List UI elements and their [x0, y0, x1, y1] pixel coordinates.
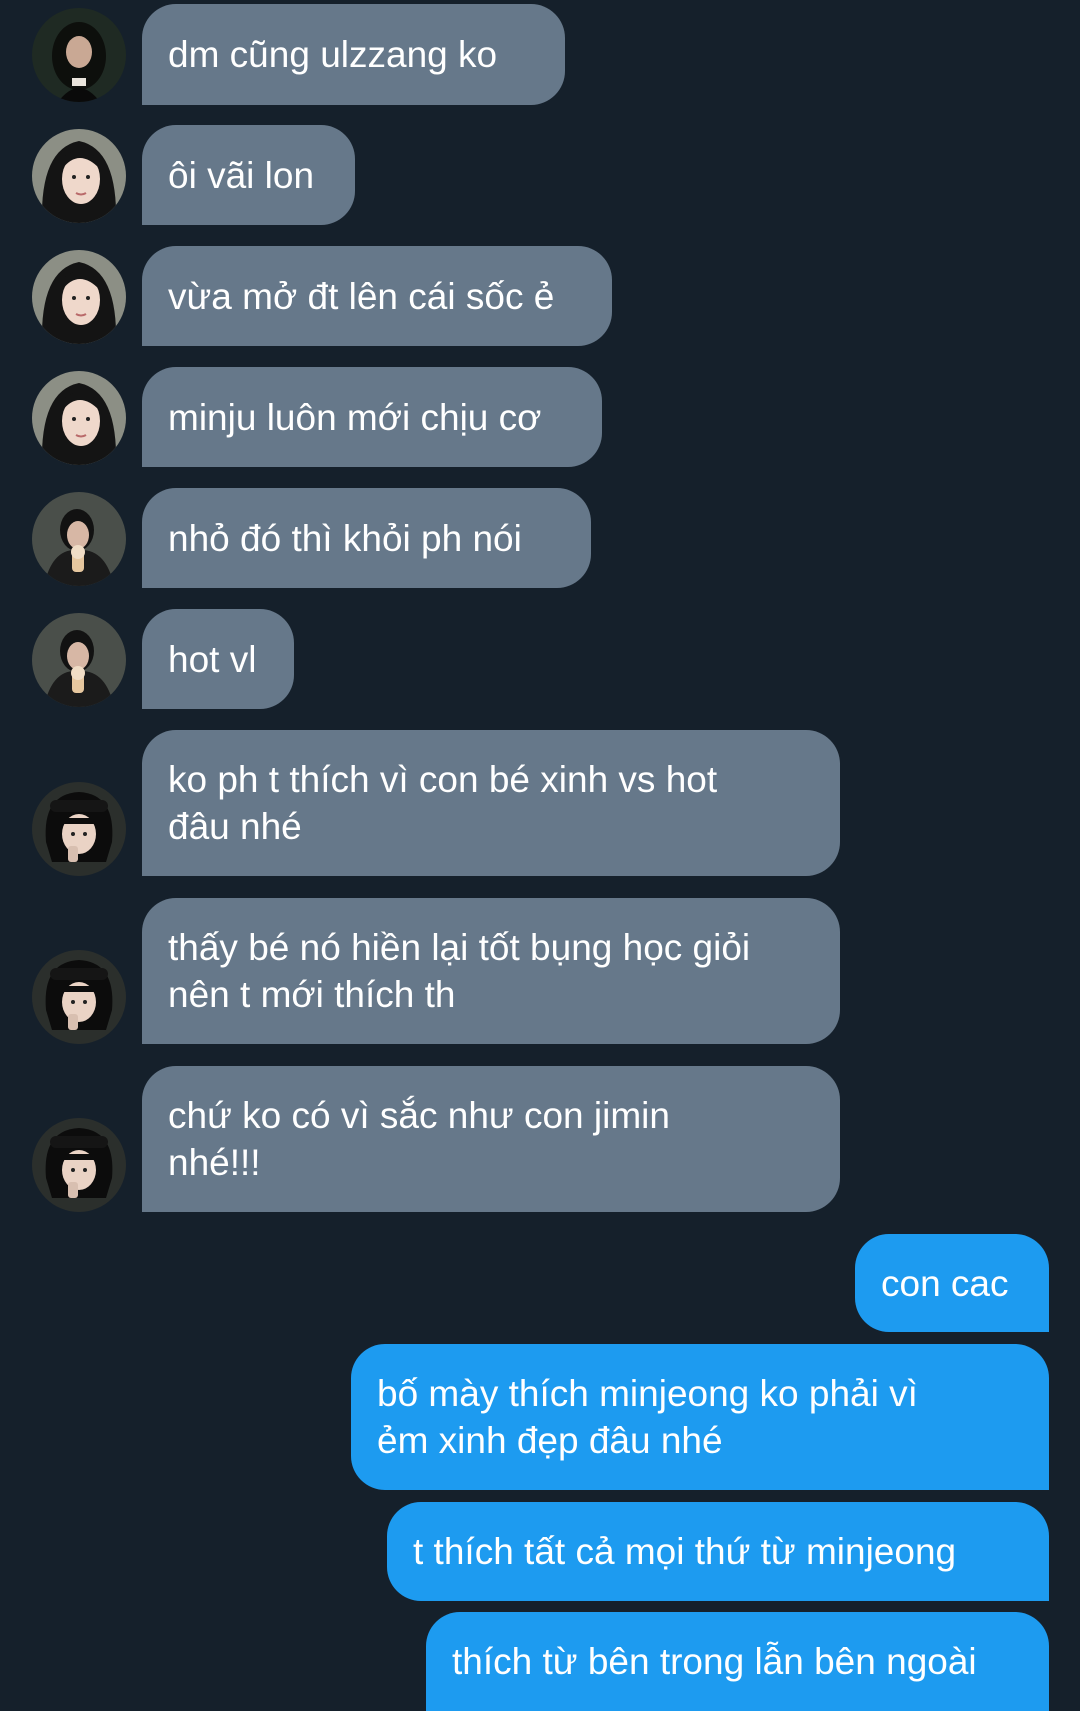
message-row-outgoing: thích từ bên trong lẫn bên ngoài: [0, 1612, 1080, 1711]
message-bubble[interactable]: minju luôn mới chịu cơ: [142, 367, 602, 467]
message-bubble[interactable]: ôi vãi lon: [142, 125, 355, 225]
message-bubble[interactable]: thấy bé nó hiền lại tốt bụng học giỏi nê…: [142, 898, 840, 1044]
message-row-outgoing: bố mày thích minjeong ko phải vì ẻm xinh…: [0, 1344, 1080, 1490]
avatar[interactable]: [32, 782, 126, 876]
message-bubble[interactable]: thích từ bên trong lẫn bên ngoài: [426, 1612, 1049, 1711]
message-row-incoming: minju luôn mới chịu cơ: [0, 367, 1080, 467]
message-row-incoming: dm cũng ulzzang ko: [0, 4, 1080, 105]
message-row-incoming: nhỏ đó thì khỏi ph nói: [0, 488, 1080, 588]
avatar[interactable]: [32, 613, 126, 707]
message-bubble[interactable]: con cac: [855, 1234, 1049, 1332]
avatar[interactable]: [32, 371, 126, 465]
message-bubble[interactable]: chứ ko có vì sắc như con jimin nhé!!!: [142, 1066, 840, 1212]
avatar[interactable]: [32, 950, 126, 1044]
avatar[interactable]: [32, 250, 126, 344]
avatar[interactable]: [32, 492, 126, 586]
message-bubble[interactable]: t thích tất cả mọi thứ từ minjeong: [387, 1502, 1049, 1601]
message-row-incoming: ko ph t thích vì con bé xinh vs hot đâu …: [0, 730, 1080, 876]
message-row-outgoing: t thích tất cả mọi thứ từ minjeong: [0, 1502, 1080, 1601]
message-row-incoming: hot vl: [0, 609, 1080, 709]
message-bubble[interactable]: hot vl: [142, 609, 294, 709]
avatar[interactable]: [32, 1118, 126, 1212]
message-bubble[interactable]: dm cũng ulzzang ko: [142, 4, 565, 105]
message-bubble[interactable]: ko ph t thích vì con bé xinh vs hot đâu …: [142, 730, 840, 876]
message-row-incoming: thấy bé nó hiền lại tốt bụng học giỏi nê…: [0, 898, 1080, 1044]
avatar[interactable]: [32, 129, 126, 223]
message-bubble[interactable]: bố mày thích minjeong ko phải vì ẻm xinh…: [351, 1344, 1049, 1490]
message-row-outgoing: con cac: [0, 1234, 1080, 1332]
message-row-incoming: vừa mở đt lên cái sốc ẻ: [0, 246, 1080, 346]
message-bubble[interactable]: nhỏ đó thì khỏi ph nói: [142, 488, 591, 588]
chat-conversation: dm cũng ulzzang ko ôi vãi lon vừa mở đt …: [0, 0, 1080, 1711]
avatar[interactable]: [32, 8, 126, 102]
message-row-incoming: ôi vãi lon: [0, 125, 1080, 225]
message-row-incoming: chứ ko có vì sắc như con jimin nhé!!!: [0, 1066, 1080, 1212]
message-bubble[interactable]: vừa mở đt lên cái sốc ẻ: [142, 246, 612, 346]
